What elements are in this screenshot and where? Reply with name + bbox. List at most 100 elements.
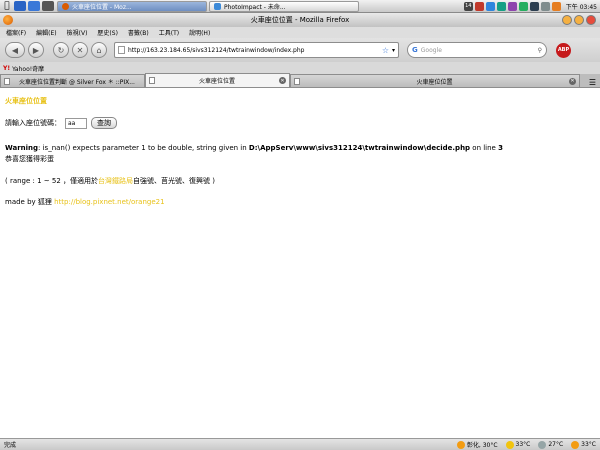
stop-icon: ✕ [76,45,84,55]
tab-label: 火車座位位置 [198,78,235,85]
warning-path: D:\AppServ\www\sivs312124\twtrainwindow\… [248,144,471,152]
battery-icon[interactable] [518,1,528,11]
status-text: 完成 [4,442,17,449]
minimize-button[interactable] [562,15,572,25]
seat-form: 請輸入座位號碼： 查詢 [5,117,595,129]
page-content: 火車座位位置 請輸入座位號碼： 查詢 Warning: is_nan() exp… [0,88,600,438]
bookmarks-toolbar: Y! Yahoo!奇摩 [0,62,600,74]
back-arrow-icon: ◀ [11,45,19,55]
search-box[interactable]: G Google ⚲ [407,42,547,58]
taskbar-task-firefox[interactable]: 火車座位位置 - Moz... [57,0,207,12]
range-prefix: ( range : 1 ~ 52 ，僅適用於 [5,177,99,185]
taskbar-task-label: PhotoImpact - 未命... [224,3,286,11]
reload-icon: ↻ [57,45,65,55]
temp-status-2[interactable]: 27°C [538,440,564,449]
settings-icon[interactable] [540,1,550,11]
temp-status-1[interactable]: 33°C [505,440,531,449]
apple-icon[interactable]:  [0,1,14,11]
menu-view[interactable]: 檢視(V) [67,28,88,37]
forward-arrow-icon: ▶ [32,45,40,55]
bookmark-star-icon[interactable]: ☆ [382,46,389,55]
result-text: 恭喜您獲得彩蛋 [5,155,54,163]
home-icon: ⌂ [96,45,102,55]
bookmark-yahoo[interactable]: Yahoo!奇摩 [12,64,44,73]
bluetooth-icon[interactable] [507,1,517,11]
temp-value-3: 33°C [581,441,596,448]
temp-value-1: 33°C [515,441,531,448]
finder-icon[interactable] [14,1,26,11]
warning-label: Warning [5,144,39,152]
tab-label: 火車座位位置 [416,78,453,86]
tab-list-icon[interactable]: ☰ [589,78,596,87]
tab-close-icon[interactable]: ✕ [569,77,576,85]
menu-help[interactable]: 說明(H) [189,28,210,37]
tray-badge[interactable]: 14 [463,1,473,11]
reload-button[interactable]: ↻ [53,42,69,58]
temp-value-2: 27°C [548,441,564,448]
credit-line: made by 狐狸 http://blog.pixnet.net/orange… [5,197,595,207]
tab-page-icon [149,77,155,84]
sun-icon [571,440,580,449]
sun-icon [456,440,465,449]
os-taskbar:  火車座位位置 - Moz... PhotoImpact - 未命... 14… [0,0,600,13]
tab-train-seat[interactable]: 火車座位位置 ✕ [290,74,580,87]
menu-edit[interactable]: 編輯(E) [36,28,56,37]
temp-status-3[interactable]: 33°C [571,440,596,449]
shield-icon[interactable] [496,1,506,11]
close-button[interactable] [586,15,596,25]
back-button[interactable]: ◀ [5,42,25,58]
menu-file[interactable]: 檔案(F) [6,28,26,37]
menu-history[interactable]: 歷史(S) [97,28,118,37]
tab-bar: 火車座位位置判斷 @ Silver Fox ＊ ::PIX... 火車座位位置 … [0,73,600,88]
blog-link[interactable]: http://blog.pixnet.net/orange21 [54,198,164,206]
tab-page-icon [4,77,10,85]
network-icon[interactable] [485,1,495,11]
weather-icon [505,440,514,449]
menu-bar: 檔案(F) 編輯(E) 檢視(V) 歷史(S) 書籤(B) 工具(T) 說明(H… [0,27,600,38]
menu-bookmarks[interactable]: 書籤(B) [128,28,149,37]
clock[interactable]: 下午 03:45 [566,2,597,11]
weather-status[interactable]: 彰化, 30°C [456,440,498,449]
photoimpact-icon [214,2,221,10]
url-text: http://163.23.184.65/sivs312124/twtrainw… [128,46,305,54]
menu-tools[interactable]: 工具(T) [159,28,179,37]
flag-icon[interactable] [474,1,484,11]
adblock-plus-icon[interactable]: ABP [556,42,571,58]
window-title: 火車座位位置 - Mozilla Firefox [250,16,350,24]
forward-button[interactable]: ▶ [28,42,44,58]
page-icon [118,46,125,54]
stop-button[interactable]: ✕ [72,42,88,58]
page-title: 火車座位位置 [5,97,47,105]
search-icon[interactable]: ⚲ [538,47,542,54]
url-dropdown-icon[interactable]: ▾ [392,47,395,54]
firefox-small-icon [62,2,69,10]
taskbar-task-photoimpact[interactable]: PhotoImpact - 未命... [209,0,359,12]
yahoo-icon: Y! [3,64,11,72]
language-icon[interactable] [551,1,561,11]
warning-on-line: on line [470,144,499,152]
range-suffix: 自強號、莒光號、復興號 ) [133,177,215,185]
ch-icon[interactable] [28,1,40,11]
navigation-toolbar: ◀ ▶ ↻ ✕ ⌂ http://163.23.184.65/sivs31212… [0,38,600,62]
tab-page-icon [294,77,300,85]
url-bar[interactable]: http://163.23.184.65/sivs312124/twtrainw… [114,42,399,58]
maximize-button[interactable] [574,15,584,25]
tab-train-seat-active[interactable]: 火車座位位置 ✕ [145,73,290,87]
volume-icon[interactable] [529,1,539,11]
warning-text: : is_nan() expects parameter 1 to be dou… [38,144,249,152]
taskbar-task-label: 火車座位位置 - Moz... [72,3,132,11]
window-titlebar[interactable]: 火車座位位置 - Mozilla Firefox [0,13,600,27]
app-a-icon[interactable] [42,1,54,11]
seat-label: 請輸入座位號碼： [5,119,61,127]
tab-silver-fox[interactable]: 火車座位位置判斷 @ Silver Fox ＊ ::PIX... [0,74,145,87]
search-placeholder: Google [420,46,442,54]
home-button[interactable]: ⌂ [91,42,107,58]
railway-link[interactable]: 台灣鐵路局 [98,177,133,185]
query-button[interactable]: 查詢 [91,117,117,129]
warning-line-number: 3 [498,144,503,152]
seat-input[interactable] [65,117,87,129]
weather-location: 彰化, 30°C [466,442,498,449]
tab-close-icon[interactable]: ✕ [279,77,286,84]
status-bar: 完成 彰化, 30°C 33°C 27°C 33°C [0,438,600,450]
cloud-icon [538,440,547,449]
